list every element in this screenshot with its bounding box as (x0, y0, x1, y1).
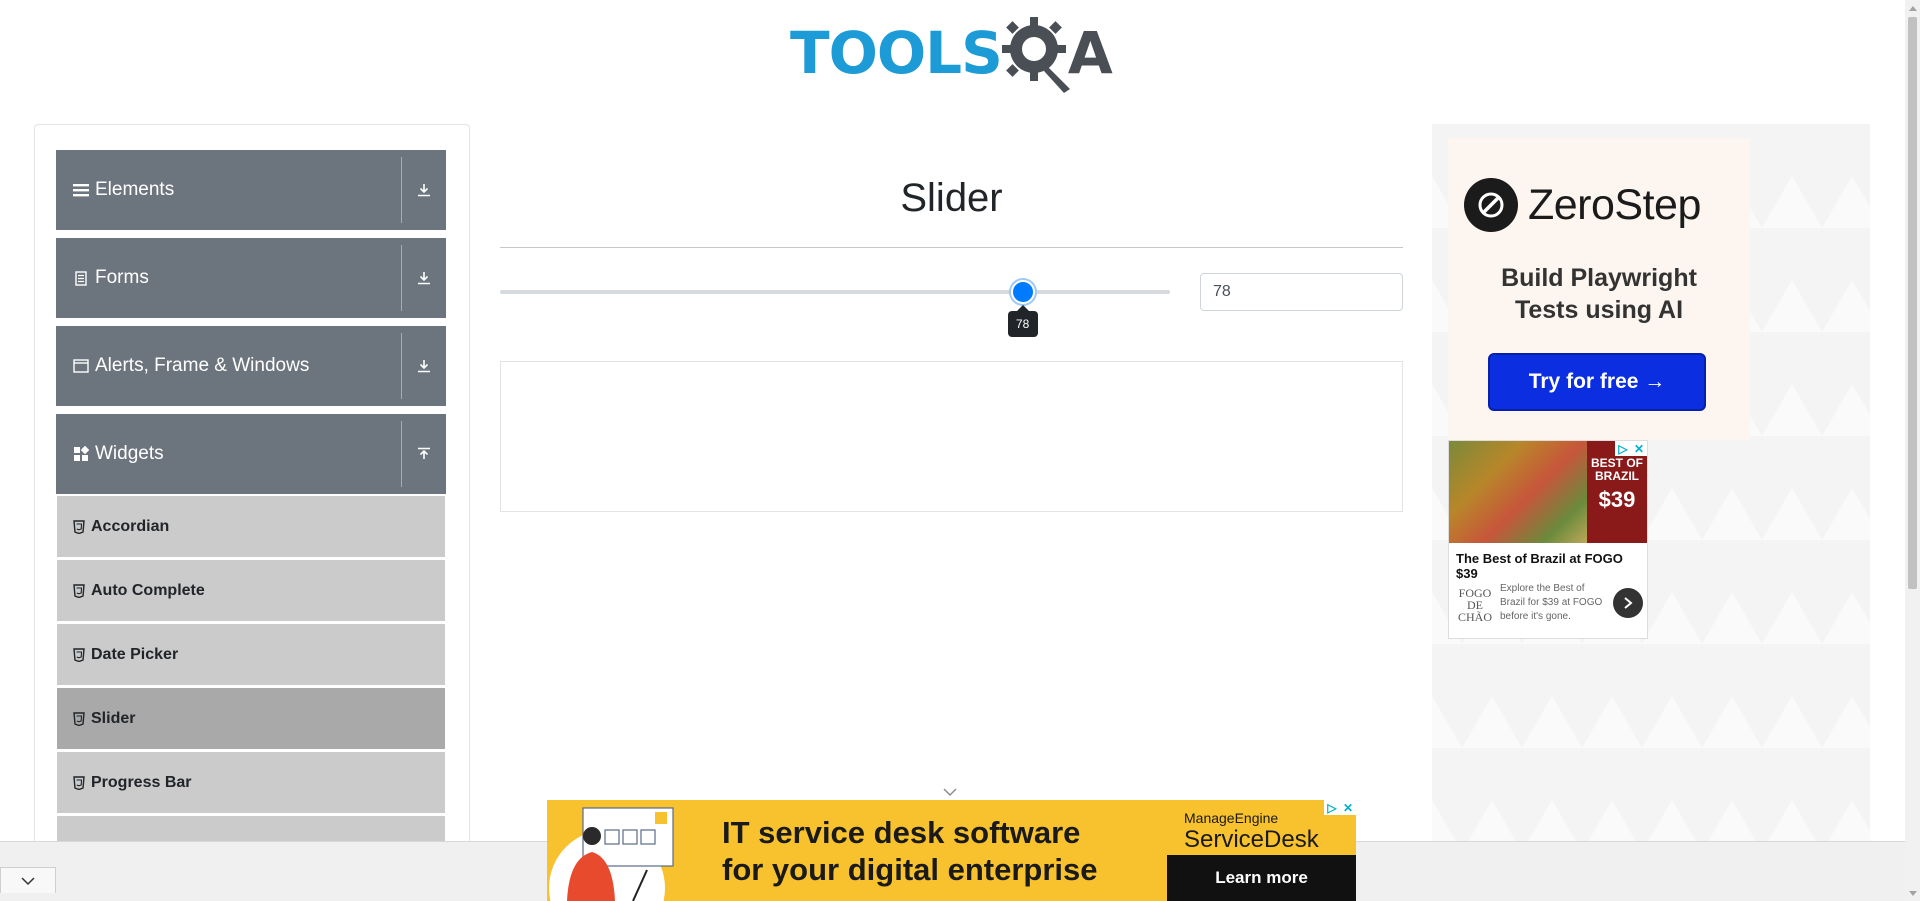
scrollbar-thumb[interactable] (1908, 17, 1917, 589)
zerostep-logo-icon (1464, 178, 1518, 232)
zerostep-ad[interactable]: ZeroStep Build Playwright Tests using AI… (1448, 138, 1750, 440)
promo-panel: BEST OF BRAZIL $39 (1587, 441, 1647, 543)
html5-icon (73, 775, 85, 790)
chevron-down-icon[interactable] (942, 786, 958, 798)
ad-choices[interactable]: ▷ ✕ (1324, 800, 1356, 815)
sidebar-item-auto-complete[interactable]: Auto Complete (57, 560, 445, 621)
food-image: BEST OF BRAZIL $39 ▷ ✕ (1449, 441, 1647, 543)
content-placeholder-box (500, 361, 1403, 512)
logo-suffix: A (1067, 19, 1113, 87)
slider-value-tooltip: 78 (1007, 305, 1038, 337)
sidebar-item-date-picker[interactable]: Date Picker (57, 624, 445, 685)
download-arrow-icon[interactable] (402, 183, 446, 197)
sidebar-group-label: Alerts, Frame & Windows (95, 355, 310, 376)
zerostep-logo: ZeroStep (1464, 178, 1701, 232)
close-icon[interactable]: ✕ (1340, 800, 1356, 815)
ad-choices[interactable]: ▷ ✕ (1615, 441, 1647, 456)
adchoices-icon[interactable]: ▷ (1324, 800, 1340, 815)
slider-value-input[interactable] (1200, 273, 1403, 311)
manageengine-brand: ManageEngine (1184, 810, 1279, 826)
download-arrow-icon[interactable] (402, 271, 446, 285)
sidebar-group-elements[interactable]: Elements (56, 150, 446, 230)
sidebar-group-label: Elements (95, 179, 175, 200)
html5-icon (73, 711, 85, 726)
promo-line-2: BRAZIL (1595, 469, 1639, 483)
sidebar-item-label: Slider (91, 709, 136, 727)
try-for-free-button[interactable]: Try for free → (1488, 353, 1706, 411)
sidebar-item-progress-bar[interactable]: Progress Bar (57, 752, 445, 813)
logo-text: TOOLS (790, 19, 1003, 87)
sidebar-group-forms[interactable]: Forms (56, 238, 446, 318)
hamburger-icon (73, 182, 89, 198)
ad-headline-2: for your digital enterprise (722, 852, 1098, 887)
document-icon (73, 270, 89, 286)
ad-headline: IT service desk software for your digita… (722, 814, 1098, 888)
html5-icon (73, 647, 85, 662)
vertical-scrollbar[interactable] (1905, 0, 1920, 901)
widgets-icon (73, 446, 89, 462)
sidebar-item-label: Date Picker (91, 645, 179, 663)
html5-icon (73, 583, 85, 598)
range-slider[interactable]: 78 (500, 280, 1170, 337)
zerostep-tagline: Build Playwright Tests using AI (1448, 262, 1750, 326)
upload-arrow-icon[interactable] (402, 447, 446, 461)
fogo-ad-title: The Best of Brazil at FOGO $39 (1456, 551, 1623, 581)
close-icon[interactable]: ✕ (1631, 441, 1647, 456)
zerostep-tagline-1: Build Playwright (1501, 264, 1697, 292)
fogo-ad[interactable]: BEST OF BRAZIL $39 ▷ ✕ The Best of Brazi… (1448, 440, 1648, 639)
page-header: TOOLS A (0, 0, 1905, 110)
chevron-right-icon[interactable] (1613, 588, 1643, 618)
slider-thumb[interactable] (1010, 280, 1035, 304)
zerostep-brand: ZeroStep (1528, 180, 1701, 229)
sidebar-group-widgets[interactable]: Widgets (56, 414, 446, 494)
html5-icon (73, 519, 85, 534)
adchoices-icon[interactable]: ▷ (1615, 441, 1631, 456)
manageengine-ad[interactable]: IT service desk software for your digita… (547, 800, 1356, 901)
chevron-down-icon (21, 876, 35, 885)
toolsqa-logo[interactable]: TOOLS A (790, 14, 1115, 93)
fogo-description: Explore the Best of Brazil for $39 at FO… (1500, 583, 1603, 622)
scroll-down-arrow-icon[interactable] (1905, 886, 1920, 901)
download-arrow-icon[interactable] (402, 359, 446, 373)
sidebar-group-label: Widgets (95, 443, 164, 464)
helpdesk-illustration (549, 807, 674, 901)
title-divider (500, 247, 1403, 248)
sidebar-item-label: Progress Bar (91, 773, 192, 791)
sidebar-item-accordian[interactable]: Accordian (57, 496, 445, 557)
sidebar-group-alerts[interactable]: Alerts, Frame & Windows (56, 326, 446, 406)
fogo-brand: FOGO DE CHÃO (1457, 586, 1492, 624)
page-title: Slider (900, 176, 1003, 220)
sidebar-item-label: Auto Complete (91, 581, 205, 599)
zerostep-tagline-2: Tests using AI (1514, 296, 1684, 324)
sidebar-item-slider[interactable]: Slider (57, 688, 445, 749)
ad-headline-1: IT service desk software (722, 815, 1081, 850)
sidebar-item-label: Accordian (91, 517, 170, 535)
sidebar-group-label: Forms (95, 267, 149, 288)
collapse-ad-toggle[interactable] (0, 867, 56, 893)
learn-more-button[interactable]: Learn more (1167, 855, 1356, 901)
left-sidebar: Elements Forms Alerts, Frame & Windows W… (34, 124, 470, 901)
scroll-up-arrow-icon[interactable] (1905, 0, 1920, 15)
window-icon (73, 358, 89, 374)
gear-magnifier-icon (1001, 17, 1070, 93)
promo-price: $39 (1598, 487, 1636, 512)
